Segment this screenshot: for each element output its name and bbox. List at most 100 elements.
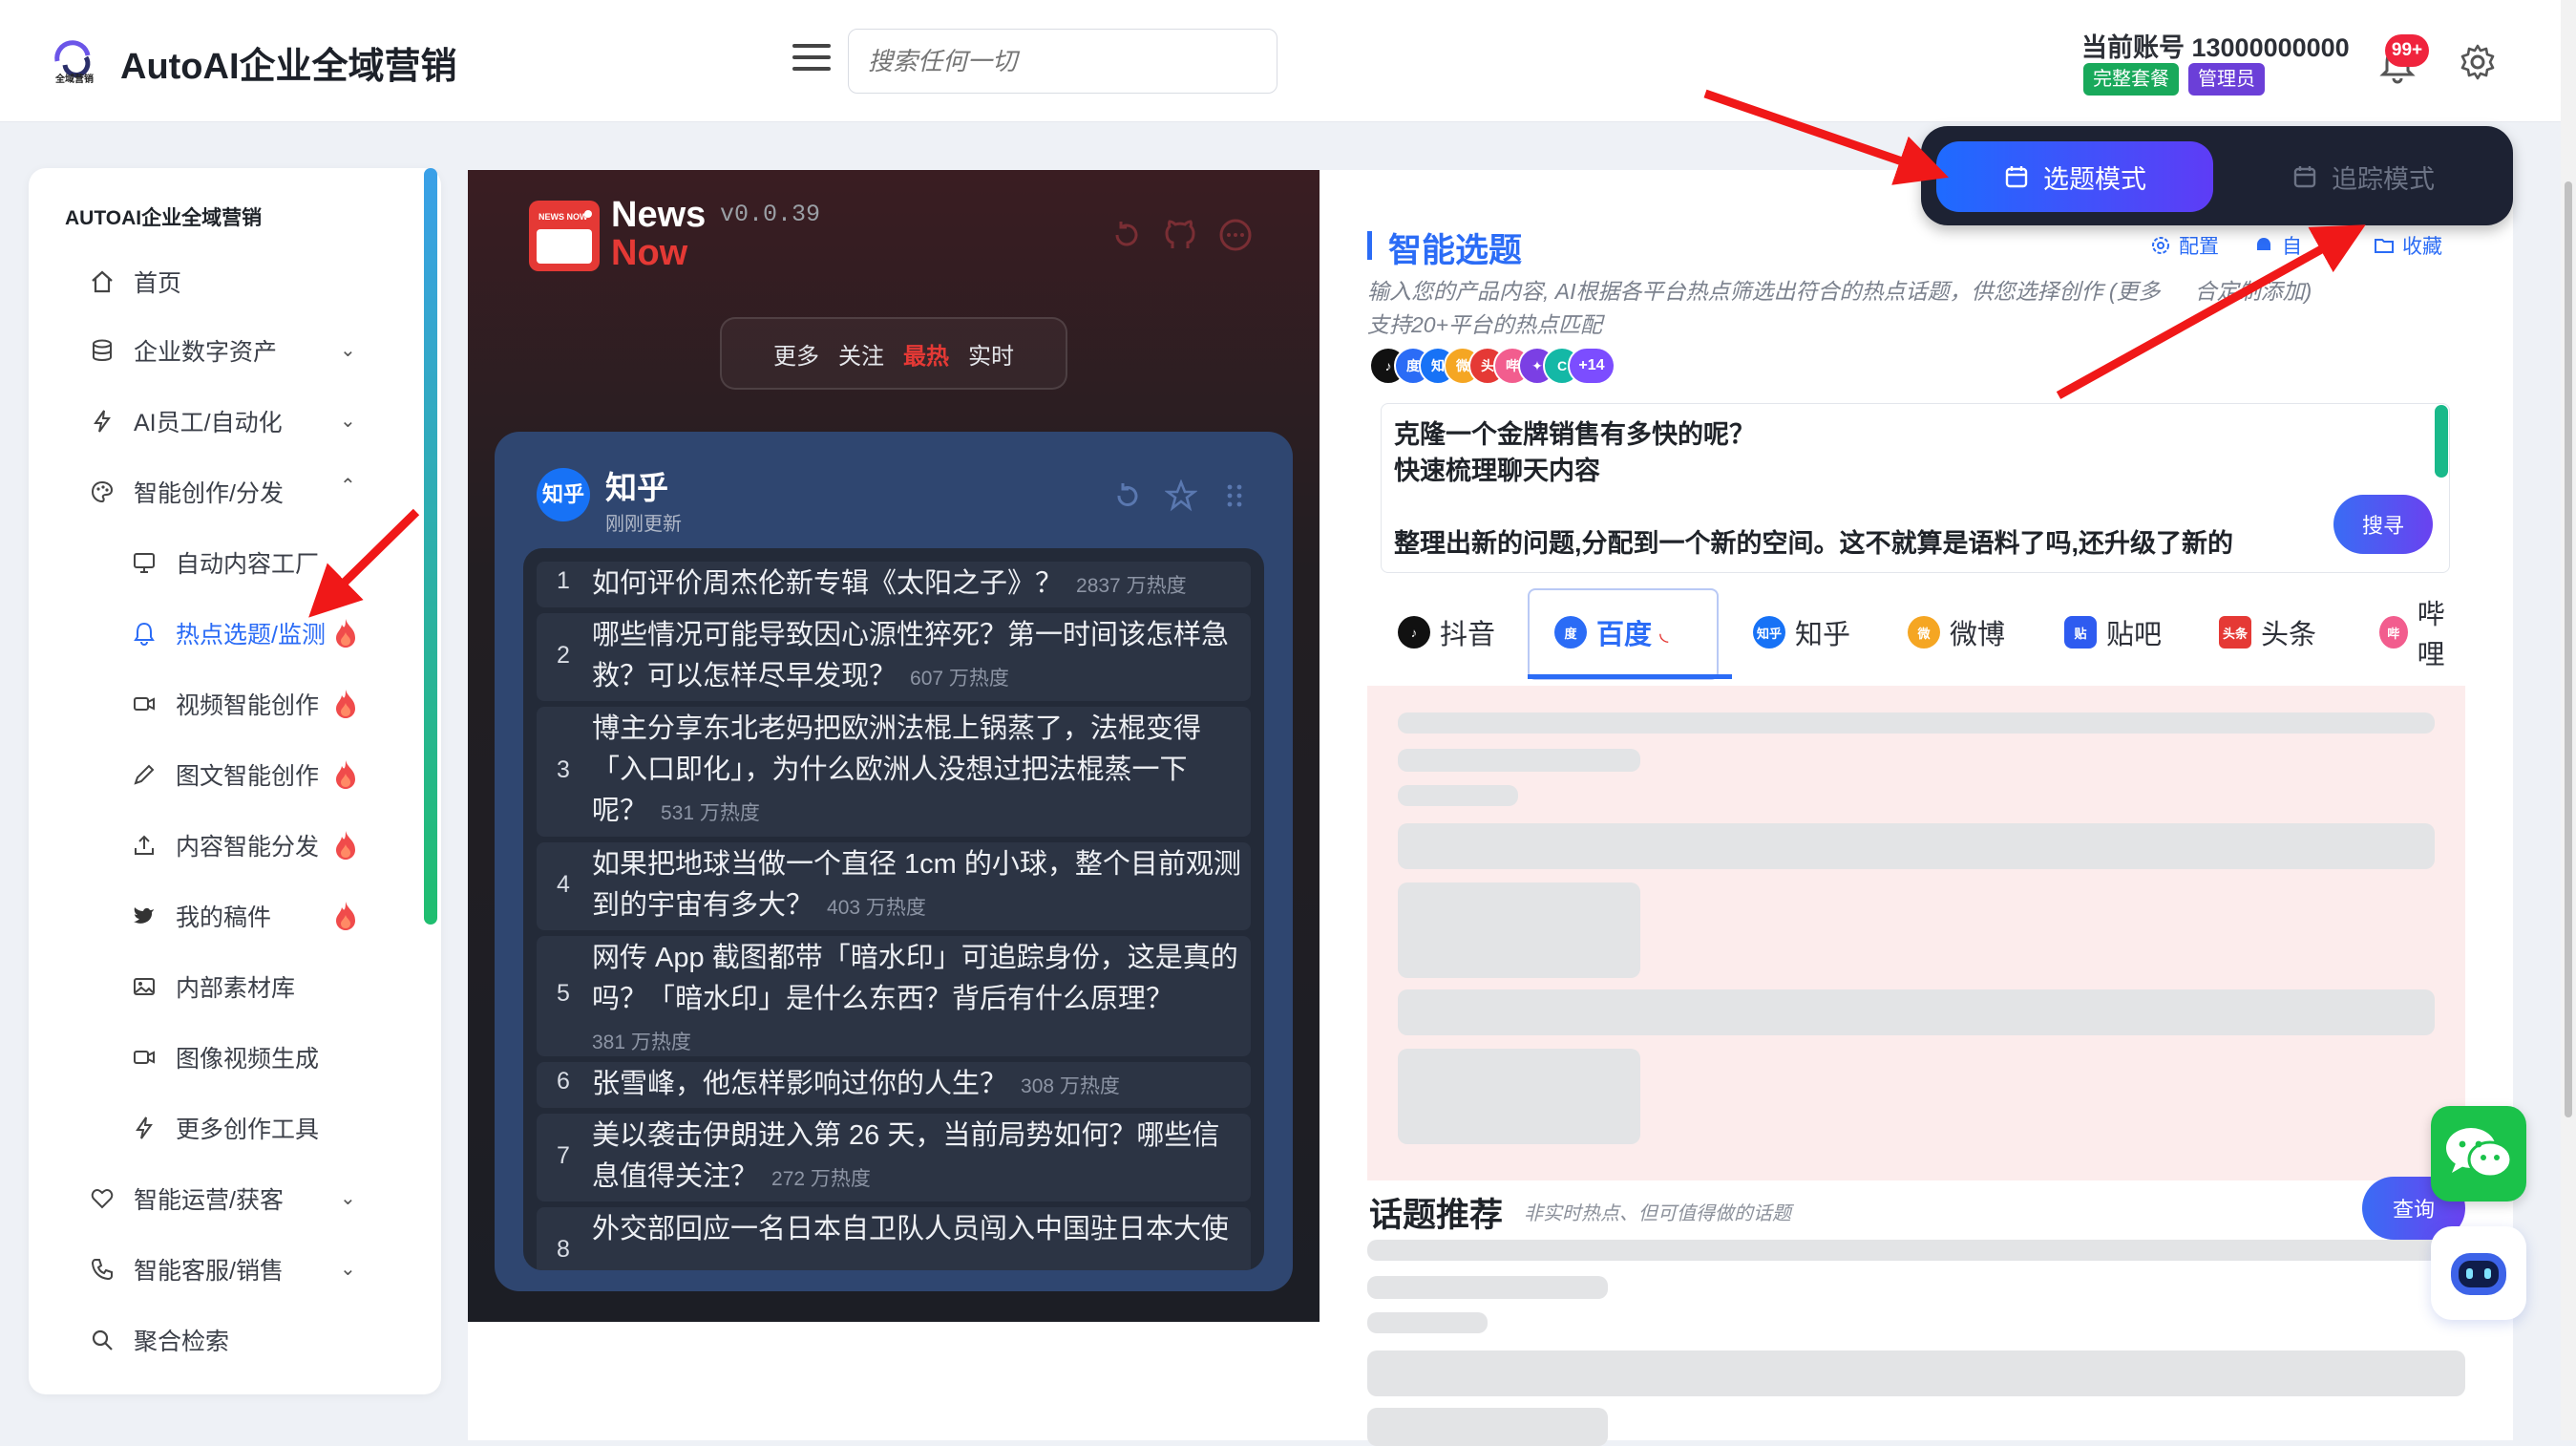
news-updated-time: 刚刚更新 (605, 514, 682, 535)
svg-text:全域营销: 全域营销 (54, 73, 94, 84)
sidebar-item-asset-library[interactable]: 内部素材库 (130, 965, 295, 1009)
zhihu-icon: 知乎 (1753, 616, 1785, 649)
image-icon (130, 972, 158, 1001)
news-tab-follow[interactable]: 关注 (838, 337, 884, 371)
platform-tabs: ♪ 抖音 度百度 ◟ 知乎 知乎 微微博 贴贴吧 头条 头条 哔哔哩 (1367, 585, 2465, 680)
current-account: 当前账号 13000000000 (2081, 33, 2350, 62)
more-dots-icon[interactable] (1216, 216, 1255, 254)
topic-recommend-subtitle: 非实时热点、但可值得做的话题 (1524, 1203, 1791, 1224)
news-tab-hottest[interactable]: 最热 (903, 337, 949, 371)
tab-weibo[interactable]: 微微博 (1908, 585, 2005, 680)
news-item[interactable]: 5 网传 App 截图都带「暗水印」可追踪身份，这是真的吗？「暗水印」是什么东西… (537, 936, 1251, 1056)
favorites-link[interactable]: 收藏 (2374, 231, 2442, 260)
news-now-logo: NEWS NOW (529, 201, 600, 271)
database-icon (88, 336, 116, 365)
robot-icon (2451, 1253, 2506, 1295)
bolt-icon (130, 1114, 158, 1142)
sidebar-item-creation[interactable]: 智能创作/分发 ⌃ (88, 470, 374, 514)
news-item[interactable]: 7 美以袭击伊朗进入第 26 天，当前局势如何？哪些信息值得关注？ 272 万热度 (537, 1114, 1251, 1201)
config-gear-icon (2152, 237, 2169, 254)
news-item[interactable]: 3 博主分享东北老妈把欧洲法棍上锅蒸了，法棍变得「入口即化」，为什么欧洲人没想过… (537, 707, 1251, 837)
news-item[interactable]: 6 张雪峰，他怎样影响过你的人生？ 308 万热度 (537, 1062, 1251, 1108)
sidebar-title: AUTOAI企业全域营销 (65, 207, 263, 229)
notification-count-badge: 99+ (2385, 34, 2429, 67)
sidebar-item-article-creation[interactable]: 图文智能创作 (130, 753, 355, 797)
news-item[interactable]: 2 哪些情况可能导致因心源性猝死？第一时间该怎样急救？可以怎样尽早发现？ 607 … (537, 613, 1251, 701)
heart-icon (88, 1184, 116, 1213)
ai-assistant-button[interactable] (2431, 1226, 2526, 1320)
bird-icon (130, 902, 158, 930)
sidebar-item-image-video-gen[interactable]: 图像视频生成 (130, 1035, 319, 1079)
svg-text:NEWS NOW: NEWS NOW (538, 212, 588, 222)
toutiao-icon: 头条 (2219, 616, 2251, 649)
app-title: AutoAI企业全域营销 (120, 47, 457, 87)
sidebar-item-operations[interactable]: 智能运营/获客 ⌄ (88, 1177, 374, 1221)
drag-handle-icon[interactable] (1218, 479, 1251, 512)
sidebar-item-customer-service[interactable]: 智能客服/销售 ⌄ (88, 1247, 374, 1291)
bolt-icon (88, 407, 116, 436)
panel-bottom-space (468, 1322, 1320, 1440)
news-item[interactable]: 1 如何评价周杰伦新专辑《太阳之子》？ 2837 万热度 (537, 562, 1251, 607)
card-refresh-icon[interactable] (1111, 479, 1144, 512)
android-link[interactable]: 自 (2253, 231, 2302, 260)
douyin-icon: ♪ (1398, 616, 1430, 649)
bell-icon (130, 619, 158, 648)
zhihu-logo-badge: 知乎 (537, 468, 590, 521)
github-icon[interactable] (1161, 216, 1199, 254)
tracking-mode-button[interactable]: 追踪模式 (2225, 141, 2502, 212)
tab-douyin[interactable]: ♪ 抖音 (1398, 585, 1495, 680)
sidebar-item-distribution[interactable]: 内容智能分发 (130, 823, 355, 867)
sidebar-item-content-factory[interactable]: 自动内容工厂 (130, 541, 319, 585)
app-logo: 全域营销 (54, 40, 94, 84)
news-item[interactable]: 4 如果把地球当做一个直径 1cm 的小球，整个目前观测到的宇宙有多大？ 403 … (537, 842, 1251, 930)
hamburger-menu-icon[interactable] (792, 44, 831, 76)
news-list: 1 如何评价周杰伦新专辑《太阳之子》？ 2837 万热度 2 哪些情况可能导致因心… (523, 548, 1264, 1270)
star-icon[interactable] (1165, 479, 1197, 512)
sidebar-item-digital-assets[interactable]: 企业数字资产 ⌄ (88, 329, 374, 372)
home-icon (88, 267, 116, 296)
news-source-name: 知乎 (605, 470, 668, 505)
search-icon (88, 1326, 116, 1354)
chevron-down-icon: ⌄ (340, 1188, 356, 1209)
textarea-scrollbar[interactable] (2435, 405, 2448, 478)
tab-toutiao[interactable]: 头条 头条 (2219, 585, 2316, 680)
topic-mode-button[interactable]: 选题模式 (1936, 141, 2213, 212)
chevron-down-icon: ⌄ (340, 411, 356, 432)
wechat-float-button[interactable] (2431, 1106, 2526, 1201)
hot-flame-icon (336, 760, 355, 789)
topic-recommend-title: 话题推荐 (1369, 1197, 1504, 1234)
config-link[interactable]: 配置 (2150, 231, 2219, 260)
chevron-down-icon: ⌄ (340, 340, 356, 361)
tab-baidu[interactable]: 度百度 ◟ (1554, 585, 1668, 680)
news-tab-more[interactable]: 更多 (773, 337, 819, 371)
sidebar-item-more-tools[interactable]: 更多创作工具 (130, 1106, 319, 1150)
news-tab-realtime[interactable]: 实时 (968, 337, 1014, 371)
phone-icon (88, 1255, 116, 1284)
sidebar-item-video-creation[interactable]: 视频智能创作 (130, 682, 355, 726)
title-accent-bar (1367, 231, 1372, 260)
sidebar-item-aggregate-search[interactable]: 聚合检索 (88, 1318, 229, 1362)
sidebar-item-my-drafts[interactable]: 我的稿件 (130, 894, 355, 938)
news-brand-line2: Now (611, 233, 688, 273)
sidebar-item-hot-topics[interactable]: 热点选题/监测 (130, 611, 355, 655)
settings-gear-icon[interactable] (2458, 42, 2498, 82)
monitor-icon (130, 548, 158, 577)
tab-bilibili[interactable]: 哔哔哩 (2379, 585, 2465, 680)
folder-icon (2375, 239, 2394, 253)
sidebar-scrollbar[interactable] (424, 168, 437, 925)
smart-topic-title: 智能选题 (1388, 232, 1523, 269)
news-brand-line1: News (611, 195, 707, 235)
page-scrollbar-thumb[interactable] (2565, 181, 2572, 1117)
hot-flame-icon (336, 690, 355, 718)
global-search-input[interactable] (848, 29, 1277, 94)
search-button[interactable]: 搜寻 (2333, 495, 2433, 554)
tab-tieba[interactable]: 贴贴吧 (2064, 585, 2162, 680)
hot-flame-icon (336, 619, 355, 648)
sidebar-item-home[interactable]: 首页 (88, 260, 181, 304)
news-item[interactable]: 8 外交部回应一名日本自卫队人员闯入中国驻日本大使 (537, 1207, 1251, 1270)
sidebar-item-ai-staff[interactable]: AI员工/自动化 ⌄ (88, 399, 374, 443)
tieba-icon: 贴 (2064, 616, 2097, 649)
refresh-icon[interactable] (1108, 216, 1146, 254)
more-platforms-count: +14 (1568, 347, 1615, 385)
tab-zhihu[interactable]: 知乎 知乎 (1753, 585, 1850, 680)
